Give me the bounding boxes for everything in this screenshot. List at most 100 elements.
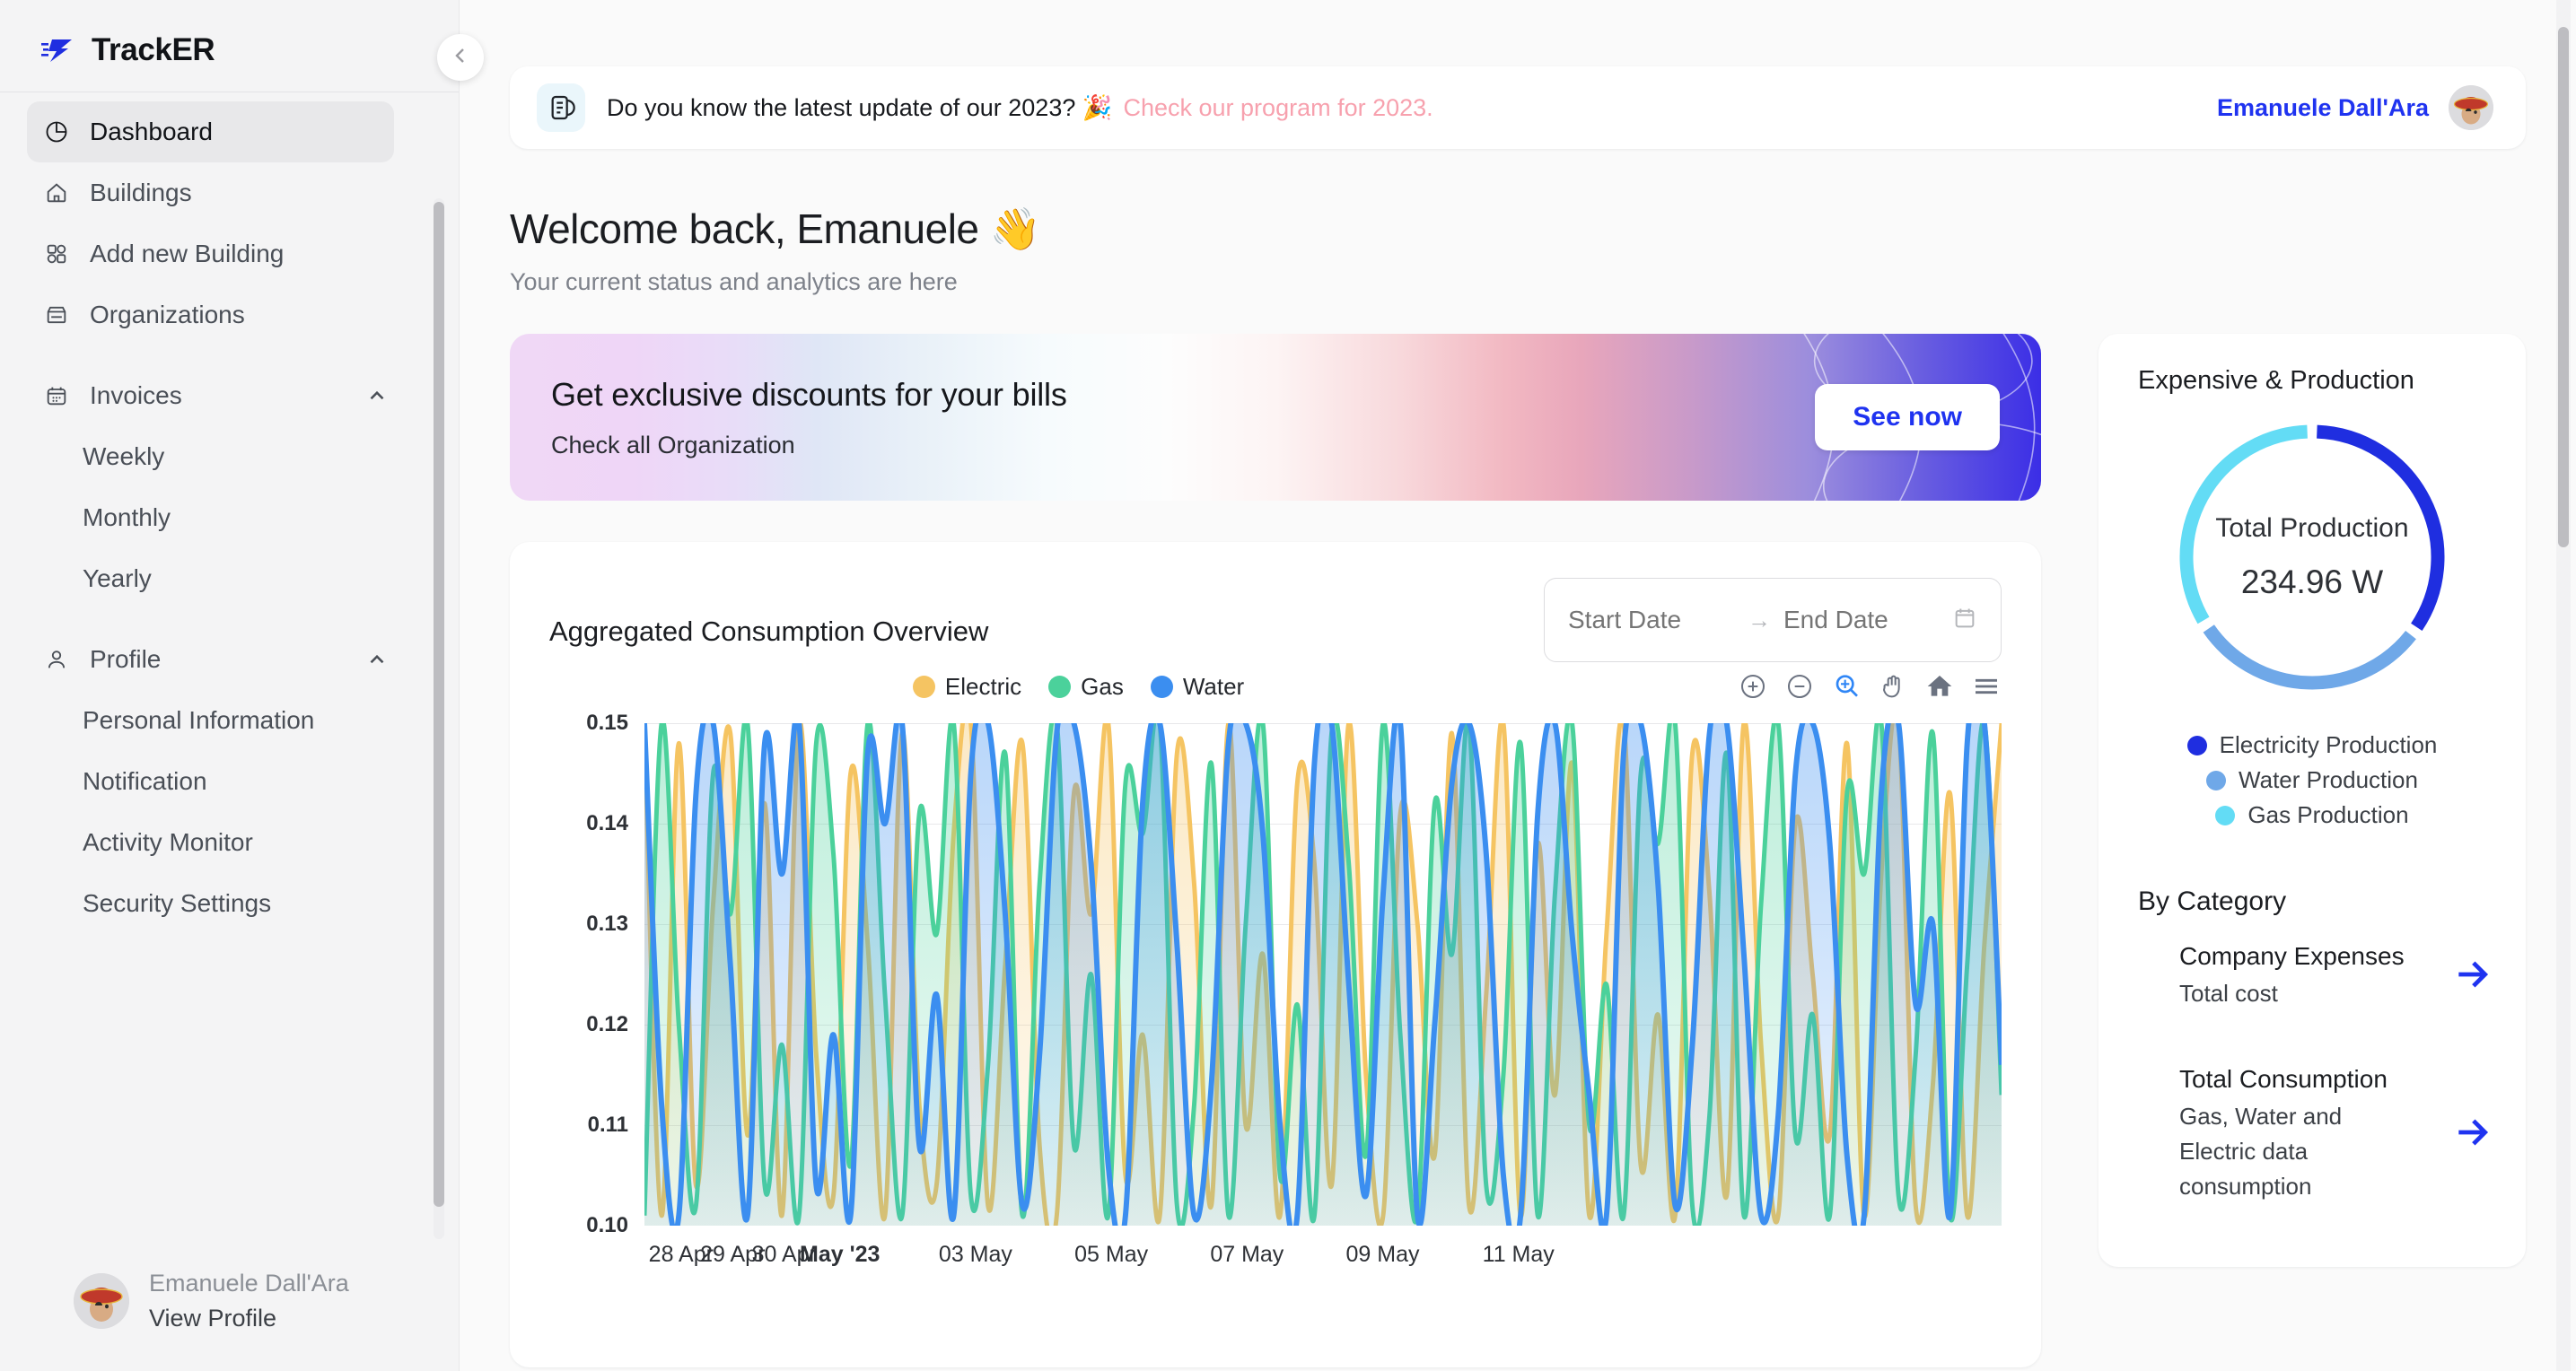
announcement-link[interactable]: Check our program for 2023. xyxy=(1123,94,1433,122)
avatar[interactable] xyxy=(2449,85,2493,130)
sidebar-item-personal-information[interactable]: Personal Information xyxy=(27,690,394,751)
sidebar-sub-label: Activity Monitor xyxy=(83,828,253,856)
welcome-block: Welcome back, Emanuele 👋 Your current st… xyxy=(510,205,2526,296)
user-name[interactable]: Emanuele Dall'Ara xyxy=(2217,94,2429,122)
chart-toolbar-row: Electric Gas Water xyxy=(549,671,2002,702)
y-axis-tick: 0.13 xyxy=(586,912,628,936)
sidebar-item-label: Buildings xyxy=(90,179,192,206)
sidebar-item-add-new-building[interactable]: Add new Building xyxy=(27,223,394,284)
y-axis-tick: 0.15 xyxy=(586,711,628,735)
sidebar-item-buildings[interactable]: Buildings xyxy=(27,162,394,223)
grid-squares-icon xyxy=(43,240,70,267)
sidebar-item-label: Organizations xyxy=(90,301,245,328)
announcement-message: Do you know the latest update of our 202… xyxy=(607,94,1113,121)
end-date-input[interactable] xyxy=(1783,606,1950,634)
see-now-button[interactable]: See now xyxy=(1815,384,2000,450)
category-title: Company Expenses xyxy=(2179,942,2405,970)
sidebar-item-label: Dashboard xyxy=(90,118,213,145)
promo-subtitle: Check all Organization xyxy=(551,431,795,458)
category-subtitle: Total cost xyxy=(2179,979,2278,1007)
x-axis-tick: 11 May xyxy=(1482,1242,1555,1267)
sidebar-item-security-settings[interactable]: Security Settings xyxy=(27,873,394,934)
sidebar-item-label: Add new Building xyxy=(90,240,285,267)
start-date-input[interactable] xyxy=(1568,606,1735,634)
category-row-company-expenses[interactable]: Company Expenses Total cost xyxy=(2098,940,2526,1011)
sidebar-scrollbar-thumb[interactable] xyxy=(434,202,444,1207)
sidebar-item-notification[interactable]: Notification xyxy=(27,751,394,812)
category-text: Company Expenses Total cost xyxy=(2179,940,2452,1011)
page-scrollbar-thumb[interactable] xyxy=(2558,27,2569,547)
right-column: Expensive & Production Total Production … xyxy=(2098,334,2526,1267)
legend-item-electricity-production[interactable]: Electricity Production xyxy=(2186,731,2437,759)
x-axis-tick: May '23 xyxy=(800,1242,881,1267)
category-row-total-consumption[interactable]: Total Consumption Gas, Water and Electri… xyxy=(2098,1063,2526,1204)
donut-center-value: 234.96 W xyxy=(2240,563,2384,600)
category-subtitle: Gas, Water and Electric data consumption xyxy=(2179,1102,2343,1200)
sidebar-item-yearly[interactable]: Yearly xyxy=(27,548,394,609)
by-category-title: By Category xyxy=(2138,886,2287,916)
sidebar-item-monthly[interactable]: Monthly xyxy=(27,487,394,548)
legend-item-water-production[interactable]: Water Production xyxy=(2206,766,2418,794)
sidebar-profile[interactable]: Emanuele Dall'Ara View Profile xyxy=(0,1246,460,1371)
promo-text: Get exclusive discounts for your bills C… xyxy=(551,376,1067,459)
pan-icon[interactable] xyxy=(1878,671,1908,702)
legend-label: Gas Production xyxy=(2247,801,2409,828)
sidebar-group-profile[interactable]: Profile xyxy=(27,629,394,690)
date-range-picker[interactable]: → xyxy=(1544,578,2002,662)
sidebar-group-invoices[interactable]: Invoices xyxy=(27,365,394,426)
chevron-up-icon[interactable] xyxy=(365,648,389,671)
y-axis-tick: 0.12 xyxy=(586,1012,628,1036)
main-content: Do you know the latest update of our 202… xyxy=(460,0,2576,1371)
legend-item-gas[interactable]: Gas xyxy=(1048,673,1124,701)
chart-legend: Electric Gas Water xyxy=(796,673,1244,701)
sidebar-item-organizations[interactable]: Organizations xyxy=(27,284,394,345)
x-axis-tick: 07 May xyxy=(1210,1242,1284,1267)
sidebar-sub-label: Monthly xyxy=(83,503,171,531)
sidebar-nav: Dashboard Buildings Add new Building Org… xyxy=(0,101,459,1239)
legend-item-electric[interactable]: Electric xyxy=(912,672,1022,701)
x-axis-tick: 05 May xyxy=(1074,1242,1149,1267)
sidebar-group-label: Profile xyxy=(90,645,162,673)
avatar xyxy=(74,1272,129,1329)
arrow-right-icon[interactable] xyxy=(2452,955,2493,996)
user-icon xyxy=(43,646,70,673)
brand-name: TrackER xyxy=(92,32,215,67)
sidebar: TrackER Dashboard Buildings Add new Buil… xyxy=(0,0,460,1371)
menu-icon[interactable] xyxy=(1971,671,2002,702)
chevron-up-icon[interactable] xyxy=(365,384,389,407)
pie-chart-icon xyxy=(43,118,70,145)
sidebar-collapse-button[interactable] xyxy=(437,34,484,81)
plot-canvas[interactable] xyxy=(644,723,2002,1226)
legend-dot-electricity xyxy=(2186,735,2207,755)
sidebar-item-weekly[interactable]: Weekly xyxy=(27,426,394,487)
sidebar-sub-label: Weekly xyxy=(83,442,165,470)
announcement-user[interactable]: Emanuele Dall'Ara xyxy=(2217,85,2493,130)
selection-zoom-icon[interactable] xyxy=(1831,671,1862,702)
chart-plot-area: 0.10 0.11 0.12 0.13 0.14 0.15 28 Apr 29 Apr 30 … xyxy=(549,711,2002,1279)
y-axis-tick: 0.10 xyxy=(586,1213,628,1237)
sidebar-item-dashboard[interactable]: Dashboard xyxy=(27,101,394,162)
legend-label: Water Production xyxy=(2239,766,2418,793)
category-text: Total Consumption Gas, Water and Electri… xyxy=(2179,1063,2452,1204)
arrow-right-icon[interactable] xyxy=(2452,1113,2493,1154)
calendar-icon[interactable] xyxy=(1952,606,1977,635)
donut-chart[interactable]: Total Production 234.96 W xyxy=(2170,415,2454,699)
legend-dot-gas xyxy=(1048,675,1072,698)
legend-dot-gas xyxy=(2215,805,2236,825)
legend-item-water[interactable]: Water xyxy=(1150,672,1245,701)
brand: TrackER xyxy=(0,0,459,92)
zoom-in-icon[interactable] xyxy=(1738,671,1768,702)
sidebar-profile-link[interactable]: View Profile xyxy=(149,1301,349,1335)
reset-home-icon[interactable] xyxy=(1924,671,1955,702)
production-card-title: Expensive & Production xyxy=(2138,366,2414,395)
legend-dot-water xyxy=(2206,770,2227,790)
legend-label: Water xyxy=(1182,672,1245,700)
legend-item-gas-production[interactable]: Gas Production xyxy=(2215,801,2409,829)
sidebar-item-activity-monitor[interactable]: Activity Monitor xyxy=(27,812,394,873)
promo-title: Get exclusive discounts for your bills xyxy=(551,375,1067,413)
chart-title: Aggregated Consumption Overview xyxy=(549,616,989,647)
sidebar-group-label: Invoices xyxy=(90,381,182,409)
legend-label: Electric xyxy=(944,672,1022,700)
chart-tools xyxy=(1738,671,2002,702)
zoom-out-icon[interactable] xyxy=(1784,671,1815,702)
